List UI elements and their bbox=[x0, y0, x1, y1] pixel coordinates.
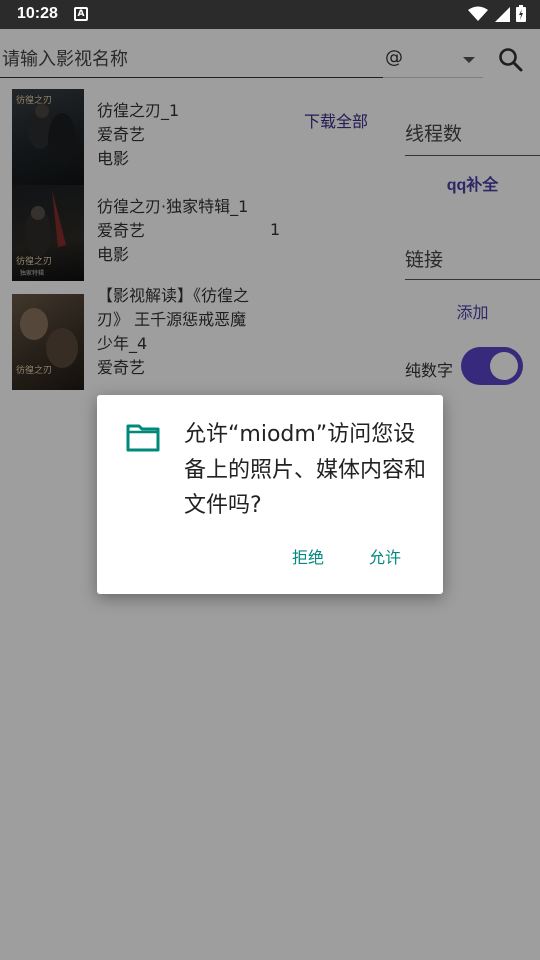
folder-icon bbox=[126, 424, 160, 452]
permission-dialog: 允许“miodm”访问您设备上的照片、媒体内容和文件吗? 拒绝 允许 bbox=[97, 395, 443, 594]
signal-icon bbox=[495, 6, 510, 22]
battery-icon bbox=[516, 5, 526, 22]
status-time: 10:28 bbox=[17, 5, 58, 22]
dialog-message: 允许“miodm”访问您设备上的照片、媒体内容和文件吗? bbox=[184, 422, 427, 518]
status-bar: 10:28 A bbox=[0, 0, 540, 29]
status-icons bbox=[468, 5, 526, 22]
wifi-icon bbox=[468, 6, 488, 21]
notification-icon: A bbox=[74, 7, 88, 21]
deny-button[interactable]: 拒绝 bbox=[292, 544, 324, 568]
allow-button[interactable]: 允许 bbox=[369, 544, 401, 568]
